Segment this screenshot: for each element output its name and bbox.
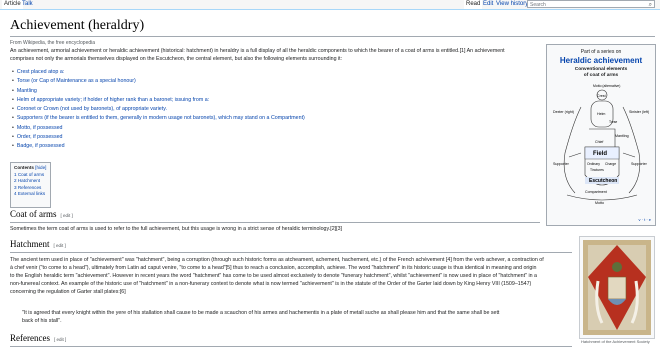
- label-sinister: Sinister (left): [629, 110, 649, 114]
- label-charge: Charge: [605, 162, 616, 166]
- page-title: Achievement (heraldry): [10, 18, 145, 33]
- hatchment-line: non-funereal context. An example of the …: [10, 281, 532, 287]
- label-chief: Chief: [595, 140, 603, 144]
- list-item[interactable]: Order, if possessed: [12, 133, 305, 142]
- search-icon[interactable]: ⌕: [649, 1, 652, 9]
- hatchment-image-frame[interactable]: [579, 236, 655, 339]
- list-item[interactable]: Helm of appropriate variety; if holder o…: [12, 96, 305, 105]
- sidebar-subtitle: Conventional elements of coat of arms: [574, 67, 628, 78]
- search-input[interactable]: Search ⌕: [527, 0, 655, 8]
- label-motto-alt: Motto (alternative): [593, 84, 620, 88]
- section-heading-references: References[ edit ]: [10, 333, 67, 343]
- label-escutcheon: Escutcheon: [589, 178, 617, 184]
- label-helm: Helm: [597, 112, 605, 116]
- hatchment-image: [583, 240, 651, 335]
- toc-item[interactable]: 1 Coat of arms: [14, 172, 47, 179]
- search-placeholder: Search: [530, 2, 546, 8]
- garter-quote: "It is agreed that every knight within t…: [22, 310, 500, 324]
- toc-item[interactable]: 3 References: [14, 185, 47, 192]
- tab-view-history[interactable]: View history: [494, 0, 530, 9]
- label-supporter-left: Supporter: [553, 162, 570, 166]
- tab-talk[interactable]: Talk: [20, 0, 35, 9]
- label-ordinary: Ordinary: [587, 162, 600, 166]
- label-field: Field: [593, 151, 607, 157]
- edit-section-link[interactable]: [ edit ]: [54, 243, 66, 248]
- list-item[interactable]: Torse (or Cap of Maintenance as a specia…: [12, 77, 305, 86]
- intro-line-2: comprises not only the armorials themsel…: [10, 56, 343, 62]
- toc-hide-link[interactable]: [hide]: [35, 165, 46, 170]
- label-dexter: Dexter (right): [553, 110, 574, 114]
- coat-of-arms-text: Sometimes the term coat of arms is used …: [10, 226, 342, 232]
- tab-read[interactable]: Read: [464, 0, 483, 9]
- tagline: From Wikipedia, the free encyclopedia: [10, 40, 96, 46]
- label-supporter-right: Supporter: [631, 162, 648, 166]
- sidebar-vte-links[interactable]: v · t · e: [639, 217, 651, 222]
- series-sidebar: Part of a series on Heraldic achievement…: [546, 44, 656, 226]
- label-torse: Torse: [609, 120, 617, 124]
- hatchment-line: The ancient term used in place of "achie…: [10, 257, 544, 263]
- toc-item[interactable]: 2 Hatchment: [14, 178, 47, 185]
- label-compartment: Compartment: [585, 190, 607, 194]
- hatchment-caption: Hatchment of the Achievement Society: [581, 339, 650, 344]
- list-item[interactable]: Motto, if possessed: [12, 124, 305, 133]
- section-divider: [10, 222, 540, 223]
- hatchment-line: concerning the regulation of Garter stal…: [10, 289, 126, 295]
- hatchment-line: à chef venir ("to come to a head"), ulti…: [10, 265, 537, 271]
- label-crest: Crest: [597, 94, 606, 98]
- label-motto: Motto: [595, 201, 604, 205]
- toc-title: Contents: [14, 165, 34, 170]
- sidebar-part-of: Part of a series on: [580, 49, 622, 55]
- edit-section-link[interactable]: [ edit ]: [54, 337, 66, 342]
- elements-list: Crest placed atop a: Torse (or Cap of Ma…: [12, 68, 305, 152]
- list-item[interactable]: Coronet or Crown (not used by baronets),…: [12, 105, 305, 114]
- hatchment-line: to the English heraldic term "achievemen…: [10, 273, 537, 279]
- toc-item[interactable]: 4 External links: [14, 191, 47, 198]
- list-item[interactable]: Badge, if possessed: [12, 142, 305, 151]
- table-of-contents: Contents [hide] 1 Coat of arms 2 Hatchme…: [10, 162, 51, 208]
- label-tinctures: Tinctures: [590, 168, 604, 172]
- edit-section-link[interactable]: [ edit ]: [61, 213, 73, 218]
- section-divider: [10, 252, 572, 253]
- title-divider: [10, 36, 655, 37]
- sidebar-title[interactable]: Heraldic achievement: [547, 56, 655, 65]
- list-item[interactable]: Crest placed atop a:: [12, 68, 305, 77]
- achievement-diagram[interactable]: Dexter (right) Sinister (left) Motto (al…: [551, 83, 653, 215]
- list-item[interactable]: Supporters (if the bearer is entitled to…: [12, 114, 305, 123]
- section-heading-coat-of-arms: Coat of arms[ edit ]: [10, 209, 73, 219]
- list-item[interactable]: Mantling: [12, 87, 305, 96]
- label-mantling: Mantling: [615, 134, 629, 138]
- intro-line-1: An achievement, armorial achievement or …: [10, 48, 505, 54]
- section-heading-hatchment: Hatchment[ edit ]: [10, 239, 66, 249]
